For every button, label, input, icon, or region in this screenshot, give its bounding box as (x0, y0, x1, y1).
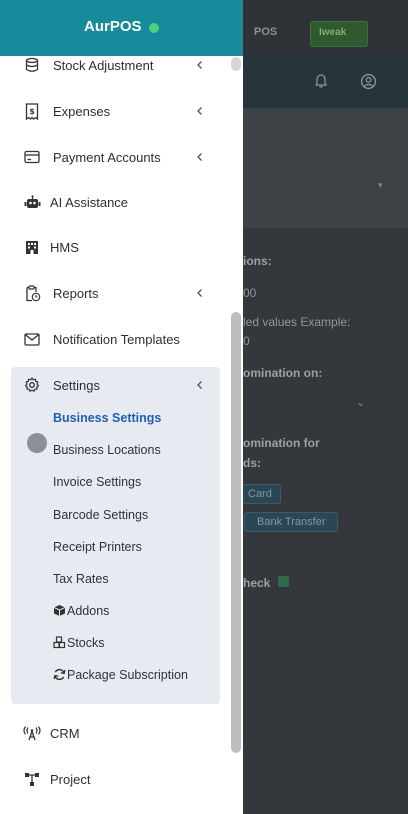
sidebar-item-stock-adjustment[interactable]: Stock Adjustment (0, 50, 228, 80)
user-circle-icon[interactable] (360, 73, 377, 93)
bg-example-text: led values Example: (243, 315, 351, 329)
sidebar-item-settings[interactable]: Settings (0, 370, 228, 400)
info-icon (278, 576, 289, 587)
bg-value-2: 0 (243, 334, 250, 348)
sidebar-item-notification-templates[interactable]: Notification Templates (0, 324, 228, 354)
settings-sub-package-subscription[interactable]: Package Subscription (53, 668, 188, 682)
bell-icon[interactable] (313, 73, 329, 92)
chevron-left-icon (197, 153, 202, 161)
sidebar-item-label: Expenses (53, 103, 111, 119)
receipt-dollar-icon: $ (22, 101, 42, 121)
settings-sub-receipt-printers[interactable]: Receipt Printers (53, 540, 142, 554)
sidebar-item-label: Project (50, 771, 91, 787)
green-action-button[interactable]: Iweak (310, 21, 368, 47)
gear-icon (22, 375, 42, 395)
sidebar-item-ai-assistance[interactable]: AI Assistance (0, 187, 228, 217)
sidebar-item-reports[interactable]: Reports (0, 278, 228, 308)
settings-sub-stocks[interactable]: Stocks (53, 636, 105, 650)
cubes-icon (53, 636, 66, 649)
settings-sub-business-locations[interactable]: Business Locations (53, 443, 161, 457)
bg-label-1: ions: (243, 254, 272, 268)
package-subscription-label: Package Subscription (67, 668, 188, 682)
pos-link[interactable]: POS (254, 26, 277, 38)
settings-sub-invoice-settings[interactable]: Invoice Settings (53, 475, 141, 489)
svg-text:$: $ (29, 107, 35, 116)
chevron-left-icon (197, 289, 202, 297)
broadcast-icon (22, 723, 42, 743)
project-tree-icon (22, 769, 42, 789)
sidebar-item-label: CRM (50, 725, 80, 741)
settings-sub-addons[interactable]: Addons (53, 604, 109, 618)
sidebar-item-project[interactable]: Project (0, 764, 228, 794)
sidebar-item-label: Reports (53, 285, 99, 301)
report-clock-icon (22, 283, 42, 303)
bg-value-1: 00 (243, 286, 257, 300)
bg-label-2: omination on: (243, 366, 323, 380)
cube-icon (53, 605, 66, 616)
sidebar-item-label: AI Assistance (50, 194, 129, 210)
stocks-label: Stocks (67, 636, 105, 650)
sidebar-item-label: Settings (53, 377, 100, 393)
bg-label-5: heck (243, 576, 271, 590)
bank-transfer-chip[interactable]: Bank Transfer (244, 512, 339, 532)
chevron-left-icon (197, 61, 202, 69)
settings-sub-tax-rates[interactable]: Tax Rates (53, 572, 109, 586)
sidebar-item-hms[interactable]: HMS (0, 232, 228, 262)
select-chevron-icon[interactable]: ⌄ (356, 396, 365, 409)
online-status-dot (149, 23, 159, 33)
addons-label: Addons (67, 604, 110, 618)
database-icon (22, 55, 42, 75)
robot-icon (22, 192, 42, 212)
sidebar: AurPOS Stock Adjustment $ Expenses Payme… (0, 0, 243, 814)
touch-cursor-indicator (27, 433, 47, 453)
bg-label-3: omination for (243, 436, 320, 450)
sidebar-item-label: HMS (50, 239, 79, 255)
sidebar-header: AurPOS (0, 0, 243, 56)
credit-card-icon (22, 147, 42, 167)
sidebar-item-crm[interactable]: CRM (0, 718, 228, 748)
envelope-icon (22, 329, 42, 349)
chevron-left-icon (197, 107, 202, 115)
chevron-left-icon (197, 381, 202, 389)
bg-label-4: ds: (243, 456, 261, 470)
sidebar-scrollbar-thumb[interactable] (231, 312, 241, 753)
card-chip[interactable]: Card (239, 484, 281, 504)
sidebar-item-label: Payment Accounts (53, 149, 161, 165)
sidebar-item-label: Notification Templates (53, 331, 180, 347)
dropdown-caret-icon[interactable]: ▾ (378, 180, 383, 191)
settings-sub-business-settings[interactable]: Business Settings (53, 411, 161, 425)
sidebar-scrollbar-top-cap (231, 57, 241, 71)
sidebar-item-payment-accounts[interactable]: Payment Accounts (0, 142, 228, 172)
hotel-icon (22, 237, 42, 257)
sidebar-item-expenses[interactable]: $ Expenses (0, 96, 228, 126)
sidebar-item-label: Stock Adjustment (53, 57, 154, 73)
sync-icon (53, 668, 66, 681)
brand-logo-text[interactable]: AurPOS (84, 18, 142, 35)
settings-sub-barcode-settings[interactable]: Barcode Settings (53, 508, 148, 522)
